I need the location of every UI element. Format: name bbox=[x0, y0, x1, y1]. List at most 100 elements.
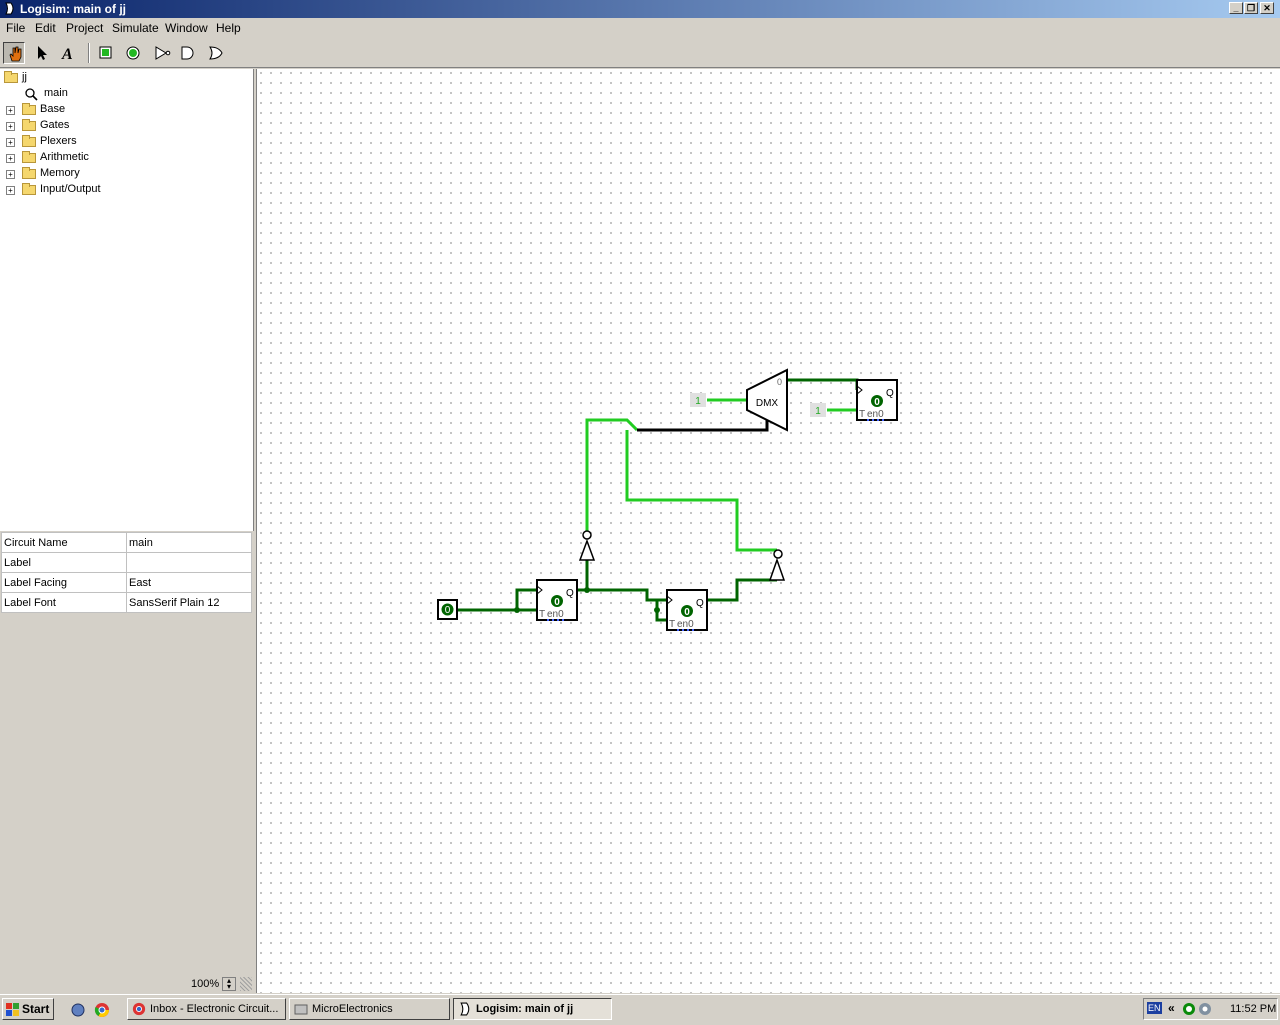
logisim-icon bbox=[5, 2, 14, 15]
hand-icon bbox=[9, 46, 22, 62]
start-button[interactable]: Start bbox=[2, 998, 54, 1020]
constant[interactable]: 1 bbox=[690, 393, 706, 407]
tree-library-base[interactable]: + Base bbox=[2, 102, 242, 118]
not-gate-icon bbox=[155, 46, 171, 60]
select-tool-button[interactable] bbox=[31, 42, 53, 64]
menu-edit[interactable]: Edit bbox=[35, 21, 56, 35]
task-microelectronics[interactable]: MicroElectronics bbox=[289, 998, 450, 1020]
expand-icon[interactable]: + bbox=[6, 170, 15, 179]
text-tool-button[interactable]: A bbox=[57, 42, 79, 64]
clock[interactable]: 11:52 PM bbox=[1230, 1003, 1276, 1015]
wire-low bbox=[577, 588, 666, 602]
output-pin-icon bbox=[126, 46, 140, 60]
or-gate-tool-button[interactable] bbox=[205, 42, 227, 64]
wire-junction bbox=[514, 607, 520, 613]
constant-value: 1 bbox=[815, 406, 821, 417]
attribute-value[interactable] bbox=[126, 552, 252, 573]
wire-high bbox=[625, 430, 777, 552]
poke-tool-button[interactable] bbox=[3, 42, 25, 64]
folder-icon bbox=[22, 119, 36, 131]
menu-simulate[interactable]: Simulate bbox=[112, 21, 159, 35]
menu-file[interactable]: File bbox=[6, 21, 25, 35]
demux-select-label: 0 bbox=[777, 377, 782, 387]
restore-button[interactable]: ❐ bbox=[1244, 2, 1258, 14]
tree-project[interactable]: jj bbox=[2, 70, 242, 86]
menu-project[interactable]: Project bbox=[66, 21, 103, 35]
folder-icon bbox=[22, 167, 36, 179]
output-pin-tool-button[interactable] bbox=[122, 42, 144, 64]
tree-library-input-output[interactable]: + Input/Output bbox=[2, 182, 242, 198]
attribute-value[interactable]: East bbox=[126, 572, 252, 593]
tree-library-memory[interactable]: + Memory bbox=[2, 166, 242, 182]
language-indicator[interactable]: EN bbox=[1147, 1002, 1162, 1014]
quicklaunch-flower-icon[interactable] bbox=[70, 1002, 86, 1018]
tree-circuit-main[interactable]: main bbox=[2, 86, 242, 102]
folder-icon bbox=[22, 151, 36, 163]
logisim-icon bbox=[460, 1002, 470, 1016]
resize-grip[interactable] bbox=[240, 977, 252, 991]
circuit-drawing: 0 Q 0 T en0 Q 0 T en0 Q 0 T en0 1 1 DMX … bbox=[437, 368, 898, 631]
constant-value: 1 bbox=[695, 396, 701, 407]
t-flip-flop[interactable]: Q 0 T en0 bbox=[856, 379, 898, 421]
wire-junction bbox=[584, 587, 590, 593]
not-gate[interactable] bbox=[768, 549, 786, 581]
expand-icon[interactable]: + bbox=[6, 122, 15, 131]
folder-icon bbox=[22, 103, 36, 115]
tray-status-icon[interactable] bbox=[1182, 1002, 1196, 1016]
expand-icon[interactable]: + bbox=[6, 106, 15, 115]
tray-network-icon[interactable] bbox=[1198, 1002, 1212, 1016]
attribute-row: Label Facing East bbox=[1, 572, 252, 593]
attribute-name: Label Facing bbox=[1, 572, 127, 593]
attribute-table: Circuit Name main Label Label Facing Eas… bbox=[1, 532, 252, 613]
toolbar-separator bbox=[88, 43, 90, 63]
window-title: Logisim: main of jj bbox=[20, 2, 127, 16]
wire-junction bbox=[654, 607, 660, 613]
toolbar: A bbox=[0, 39, 1280, 68]
task-logisim[interactable]: Logisim: main of jj bbox=[453, 998, 612, 1020]
close-button[interactable]: ✕ bbox=[1260, 2, 1274, 14]
expand-icon[interactable]: + bbox=[6, 154, 15, 163]
attribute-name: Label Font bbox=[1, 592, 127, 613]
and-gate-icon bbox=[181, 46, 194, 60]
flip-flop-q-label: Q bbox=[696, 598, 704, 609]
task-label: MicroElectronics bbox=[312, 1003, 393, 1015]
tree-library-arithmetic[interactable]: + Arithmetic bbox=[2, 150, 242, 166]
expand-icon[interactable]: + bbox=[6, 186, 15, 195]
demultiplexer[interactable]: DMX 0 bbox=[746, 368, 788, 432]
not-gate-tool-button[interactable] bbox=[151, 42, 173, 64]
project-explorer: jj main + Base + Gates + Plexers + Arith… bbox=[0, 69, 254, 531]
minimize-button[interactable]: _ bbox=[1229, 2, 1243, 14]
t-flip-flop[interactable]: Q 0 T en0 bbox=[536, 579, 578, 621]
input-pin-tool-button[interactable] bbox=[95, 42, 117, 64]
magnifier-circuit-icon bbox=[25, 88, 38, 101]
tree-library-label: Base bbox=[40, 103, 66, 115]
expand-icon[interactable]: + bbox=[6, 138, 15, 147]
zoom-spinner[interactable]: ▴ ▾ bbox=[222, 977, 236, 991]
zoom-value: 100% bbox=[191, 978, 220, 990]
constant[interactable]: 1 bbox=[810, 403, 826, 417]
windows-logo-icon bbox=[6, 1003, 19, 1016]
flip-flop-t-label: T bbox=[539, 609, 545, 620]
tree-library-plexers[interactable]: + Plexers bbox=[2, 134, 242, 150]
task-inbox[interactable]: Inbox - Electronic Circuit... bbox=[127, 998, 286, 1020]
tree-library-label: Input/Output bbox=[40, 183, 101, 195]
t-flip-flop[interactable]: Q 0 T en0 bbox=[666, 589, 708, 631]
chrome-icon[interactable] bbox=[94, 1002, 110, 1018]
input-pin[interactable]: 0 bbox=[437, 599, 458, 620]
and-gate-tool-button[interactable] bbox=[177, 42, 199, 64]
folder-chip-icon bbox=[294, 1004, 308, 1015]
taskbar: Start Inbox - Electronic Circuit... Micr… bbox=[0, 994, 1280, 1025]
tree-library-label: Plexers bbox=[40, 135, 77, 147]
flip-flop-en-label: en0 bbox=[677, 619, 694, 630]
attribute-value[interactable]: main bbox=[126, 532, 252, 553]
tray-expand-icon[interactable]: « bbox=[1168, 1001, 1175, 1015]
not-gate[interactable] bbox=[578, 530, 596, 561]
tree-library-label: Gates bbox=[40, 119, 70, 131]
attribute-value[interactable]: SansSerif Plain 12 bbox=[126, 592, 252, 613]
menu-window[interactable]: Window bbox=[165, 21, 208, 35]
circuit-canvas[interactable]: 0 Q 0 T en0 Q 0 T en0 Q 0 T en0 1 1 DMX … bbox=[256, 69, 1280, 993]
menu-help[interactable]: Help bbox=[216, 21, 241, 35]
tree-library-label: Memory bbox=[40, 167, 80, 179]
tree-library-gates[interactable]: + Gates bbox=[2, 118, 242, 134]
flip-flop-q-label: Q bbox=[566, 588, 574, 599]
